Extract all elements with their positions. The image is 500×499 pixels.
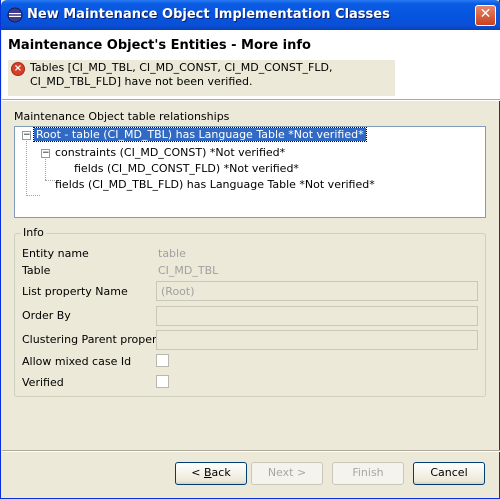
next-button[interactable]: Next > xyxy=(251,462,323,485)
tree-item-label: fields (CI_MD_CONST_FLD) *Not verified* xyxy=(74,162,299,175)
tree-connector xyxy=(45,157,46,180)
order-by-label: Order By xyxy=(22,309,71,322)
tree-item-table-fields[interactable]: fields (CI_MD_TBL_FLD) has Language Tabl… xyxy=(55,177,375,193)
collapse-icon[interactable]: − xyxy=(22,131,31,140)
tree-item-label: Root - table (CI_MD_TBL) has Language Ta… xyxy=(33,127,367,142)
tree-item-label: constraints (CI_MD_CONST) *Not verified* xyxy=(55,146,286,159)
title-bar[interactable]: New Maintenance Object Implementation Cl… xyxy=(1,0,500,30)
finish-button[interactable]: Finish xyxy=(332,462,404,485)
relationships-tree[interactable]: − Root - table (CI_MD_TBL) has Language … xyxy=(14,126,486,218)
verified-label: Verified xyxy=(22,376,64,389)
cancel-button[interactable]: Cancel xyxy=(413,462,485,485)
close-button[interactable]: ✕ xyxy=(475,5,496,26)
tree-item-root[interactable]: Root - table (CI_MD_TBL) has Language Ta… xyxy=(33,127,367,143)
tree-item-constraint-fields[interactable]: fields (CI_MD_CONST_FLD) *Not verified* xyxy=(74,161,299,177)
wizard-window: New Maintenance Object Implementation Cl… xyxy=(0,0,500,499)
error-icon: × xyxy=(11,62,25,76)
clustering-parent-field[interactable] xyxy=(156,330,478,350)
list-property-field[interactable]: (Root) xyxy=(156,281,478,301)
entity-name-label: Entity name xyxy=(22,247,89,260)
tree-connector xyxy=(26,195,40,196)
relationships-label: Maintenance Object table relationships xyxy=(14,110,230,123)
info-legend: Info xyxy=(21,226,46,239)
list-property-label: List property Name xyxy=(22,285,128,298)
header-divider xyxy=(2,99,500,101)
wizard-header: Maintenance Object's Entities - More inf… xyxy=(2,30,500,100)
table-label: Table xyxy=(22,264,51,277)
table-value: CI_MD_TBL xyxy=(158,264,219,277)
close-icon: ✕ xyxy=(479,6,492,22)
back-mnemonic: B xyxy=(204,466,212,479)
eclipse-icon xyxy=(7,7,23,23)
back-button[interactable]: < Back xyxy=(175,462,247,485)
tree-connector xyxy=(26,141,27,196)
collapse-icon[interactable]: − xyxy=(41,149,50,158)
tree-item-constraints[interactable]: constraints (CI_MD_CONST) *Not verified* xyxy=(55,145,285,161)
error-message: Tables [CI_MD_TBL, CI_MD_CONST, CI_MD_CO… xyxy=(30,61,333,88)
tree-item-label: fields (CI_MD_TBL_FLD) has Language Tabl… xyxy=(55,178,375,191)
verified-checkbox[interactable] xyxy=(156,375,169,388)
clustering-parent-label: Clustering Parent property xyxy=(22,333,168,346)
back-rest: ack xyxy=(211,466,231,479)
footer-divider xyxy=(2,450,500,452)
order-by-field[interactable] xyxy=(156,306,478,326)
window-title: New Maintenance Object Implementation Cl… xyxy=(27,7,390,22)
back-prefix: < xyxy=(191,466,204,479)
page-title: Maintenance Object's Entities - More inf… xyxy=(8,38,311,53)
error-message-box: × Tables [CI_MD_TBL, CI_MD_CONST, CI_MD_… xyxy=(8,60,395,96)
allow-mixed-case-checkbox[interactable] xyxy=(156,354,169,367)
allow-mixed-case-label: Allow mixed case Id xyxy=(22,355,132,368)
entity-name-value: table xyxy=(158,247,186,260)
